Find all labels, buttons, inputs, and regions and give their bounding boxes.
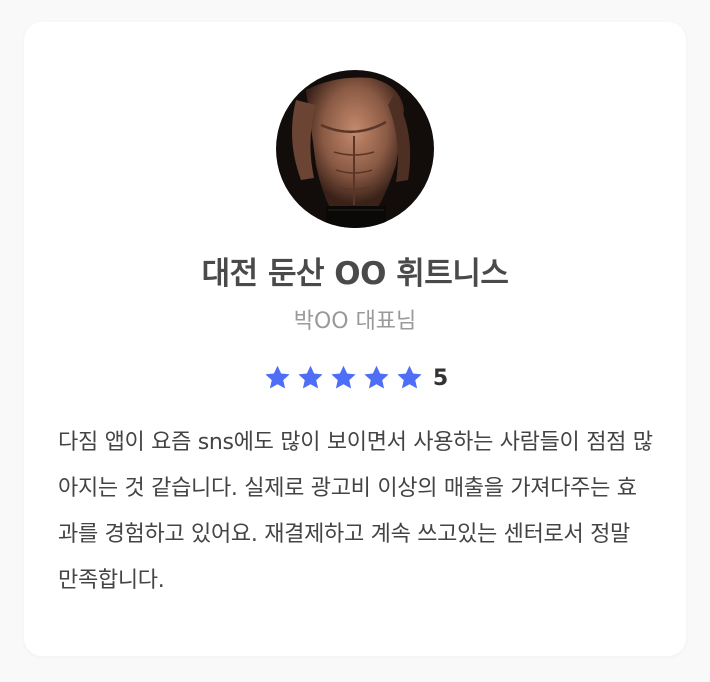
gym-name: 대전 둔산 OO 휘트니스 <box>201 256 509 292</box>
review-text: 다짐 앱이 요즘 sns에도 많이 보이면서 사용하는 사람들이 점점 많아지는… <box>58 430 653 593</box>
star-icon <box>298 365 323 389</box>
review-card: 대전 둔산 OO 휘트니스 박OO 대표님 5 다짐 앱이 요즘 sns에도 많… <box>24 22 686 656</box>
star-rating: 5 <box>24 363 686 393</box>
avatar-photo <box>276 70 434 228</box>
star-icon <box>397 365 422 389</box>
star-icon <box>364 365 389 389</box>
avatar <box>276 70 434 228</box>
star-icon <box>265 365 290 389</box>
rating-value: 5 <box>432 365 449 391</box>
star-icon <box>331 365 356 389</box>
owner-name: 박OO 대표님 <box>293 309 417 334</box>
